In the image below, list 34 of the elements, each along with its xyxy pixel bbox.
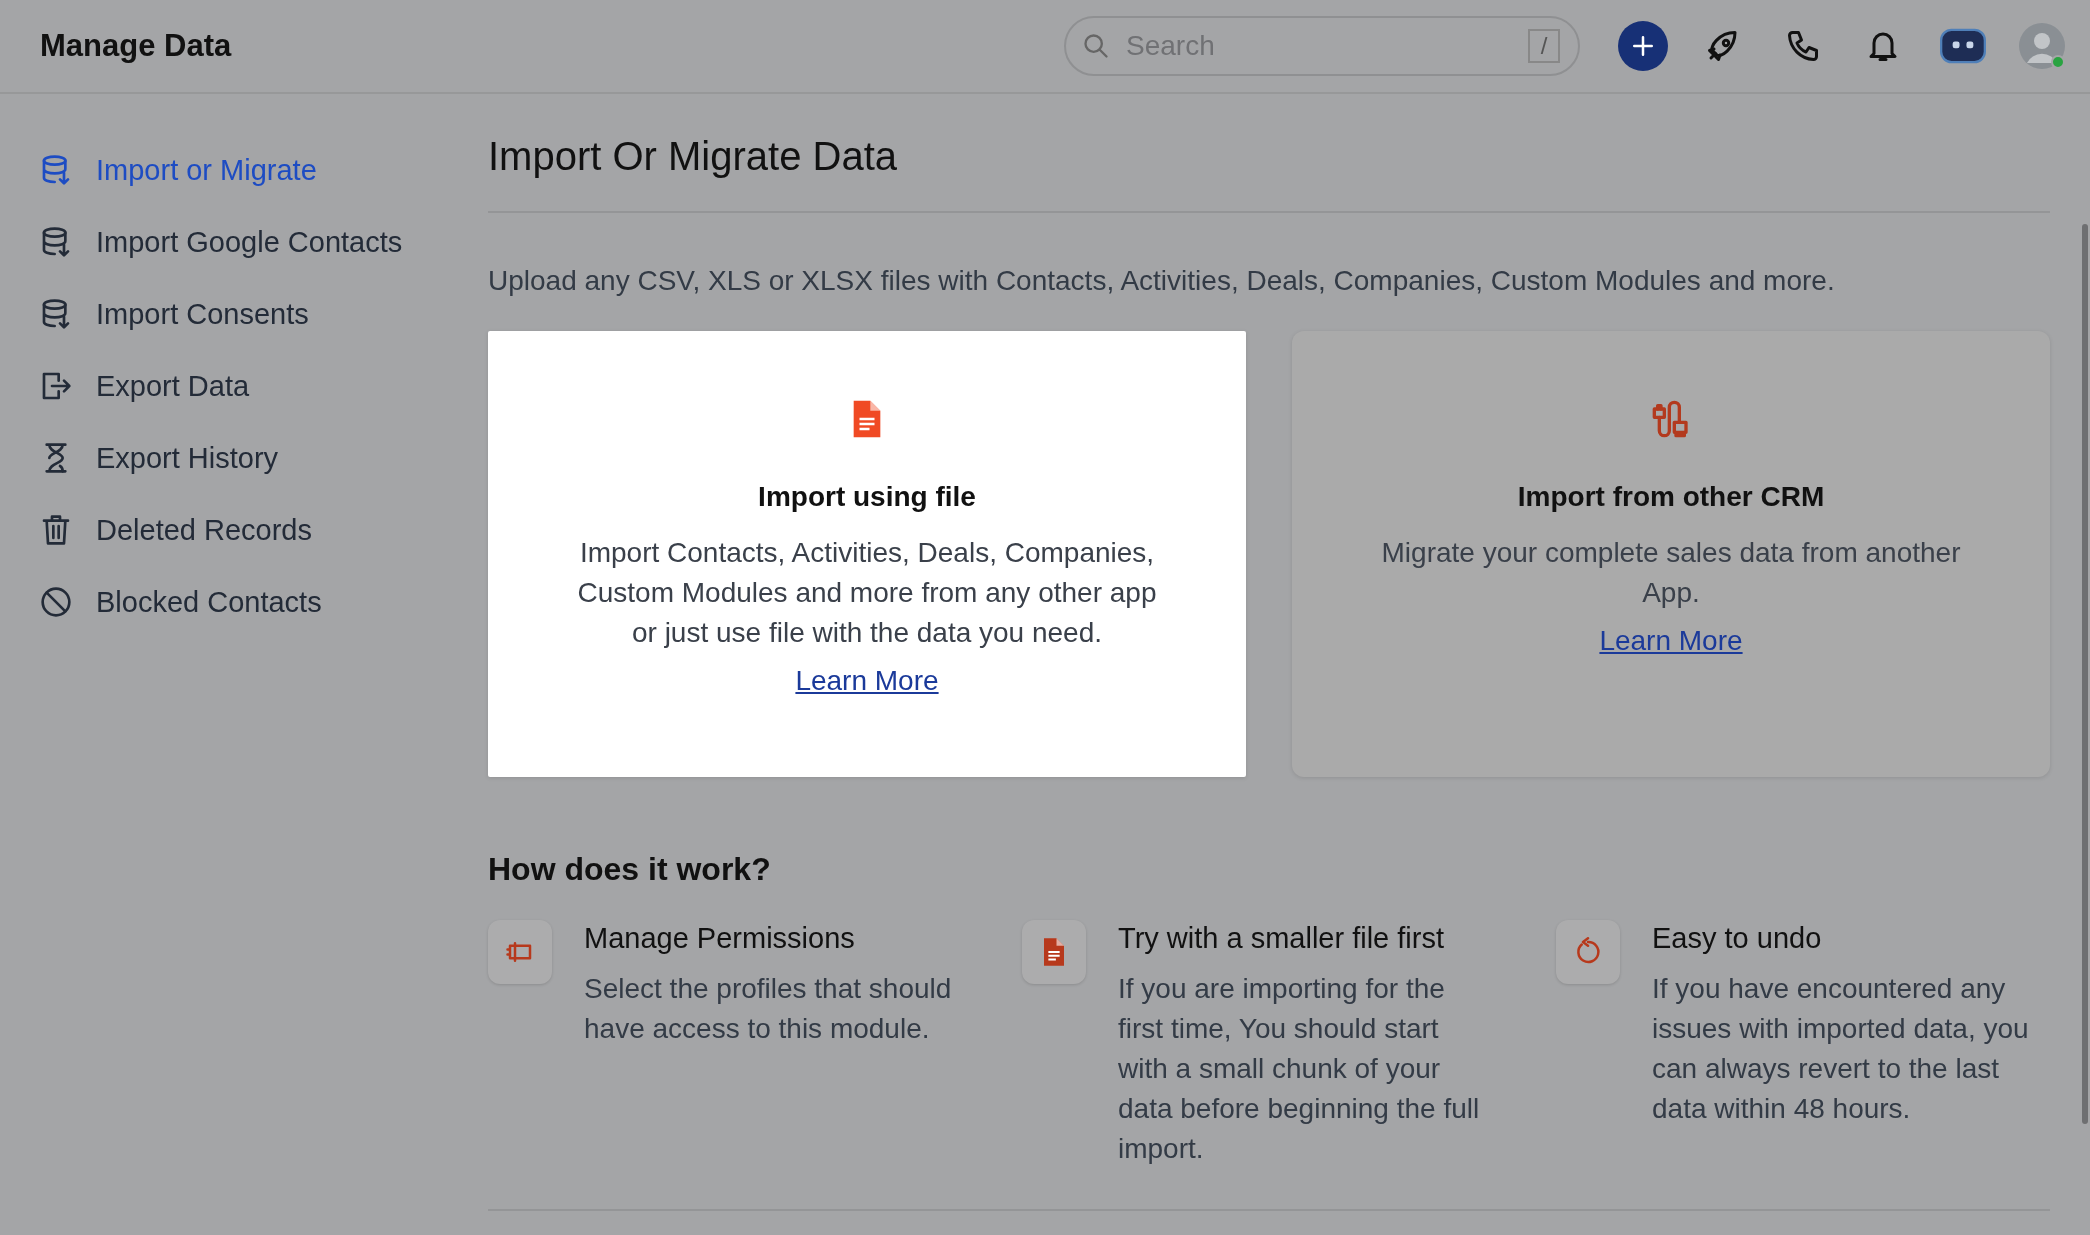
search-icon <box>1082 32 1110 60</box>
option-card[interactable]: Import from other CRM Migrate your complete sales data from another App. Learn More <box>1292 331 2050 777</box>
section-heading: How does it work? <box>488 851 772 888</box>
database-icon <box>40 225 72 259</box>
step-text: Select the profiles that should have access to this module. <box>584 972 953 1046</box>
page-heading: Import Or Migrate Data <box>488 134 898 179</box>
card-title: Import using file <box>758 481 976 513</box>
option-card[interactable]: Import using file Import Contacts, Activities, Deals, Companies, Custom Modules and more from any other app or just use file with the data you need. Learn More <box>488 331 1246 777</box>
shortcut-key: / <box>1528 29 1560 63</box>
learn-more-link[interactable]: Learn More <box>795 665 939 697</box>
learn-more-link[interactable]: Learn More <box>1599 625 1743 657</box>
card-title: Import from other CRM <box>1517 481 1825 513</box>
step-text: If you have encountered any issues with imported data, you can always revert to the last data within 48 hours. <box>1652 972 2030 1126</box>
step-text: If you are importing for the first time, You should start with a small chunk of your data before beginning the full import. <box>1118 972 1481 1166</box>
sidebar-item[interactable]: Blocked Contacts <box>0 582 448 622</box>
step-title: Manage Permissions <box>584 922 856 955</box>
database-icon <box>40 153 72 187</box>
sidebar-item[interactable]: Import Google Contacts <box>0 222 448 262</box>
page-title: Manage Data <box>40 28 232 64</box>
add-button[interactable] <box>1618 21 1668 71</box>
card-text: Import Contacts, Activities, Deals, Companies, Custom Modules and more from any other app or just use file with the data you need. <box>576 536 1158 650</box>
sidebar-item[interactable]: Export History <box>0 438 448 478</box>
step-title: Try with a smaller file first <box>1118 922 1446 955</box>
card-text: Migrate your complete sales data from another App. <box>1380 536 1962 610</box>
step-title: Easy to undo <box>1652 922 1823 955</box>
sidebar-item[interactable]: Import Consents <box>0 294 448 334</box>
sidebar-item[interactable]: Export Data <box>0 366 448 406</box>
sidebar-item[interactable]: Deleted Records <box>0 510 448 550</box>
description-text: Upload any CSV, XLS or XLSX files with Contacts, Activities, Deals, Companies, Custom Modules and more. <box>488 265 1836 297</box>
blocked-icon <box>40 585 72 619</box>
trash-icon <box>40 513 72 547</box>
database-icon <box>40 297 72 331</box>
scrollbar[interactable] <box>2082 224 2088 1124</box>
sidebar-item[interactable]: Import or Migrate <box>0 150 448 190</box>
